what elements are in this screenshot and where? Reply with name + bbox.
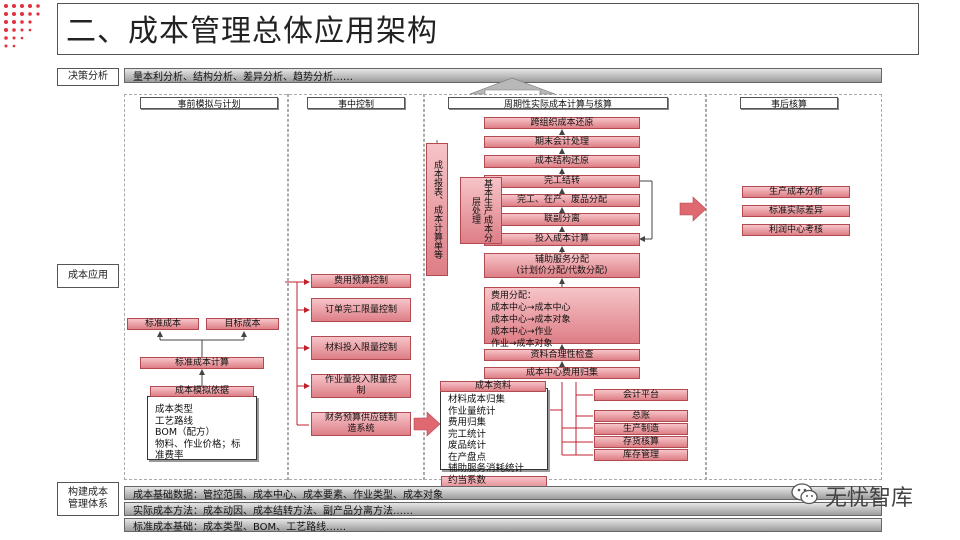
cost-data-item: 辅助服务消耗统计 bbox=[448, 463, 525, 474]
accounting-platform-box: 会计平台 bbox=[594, 389, 688, 401]
material-input-control: 材料投入限量控制 bbox=[311, 336, 411, 360]
expense-line: 成本中心→成本对象 bbox=[491, 315, 571, 325]
production-cost-analysis: 生产成本分析 bbox=[742, 186, 850, 198]
basis-item: 准费率 bbox=[155, 450, 184, 461]
basis-item: BOM（配方） bbox=[155, 427, 216, 438]
cost-data-item: 费用归集 bbox=[448, 417, 487, 428]
flow-input-cost-calc: 投入成本计算 bbox=[484, 233, 640, 246]
brand-logo-text: 无忧智库 bbox=[825, 486, 914, 511]
cost-data-item: 材料成本归集 bbox=[448, 394, 506, 405]
aux-service-allocation: 辅助服务分配 (计划价分配/代数分配) bbox=[484, 253, 640, 278]
expense-line: 成本中心→作业 bbox=[491, 327, 553, 337]
cost-data-item: 在产盘点 bbox=[448, 451, 487, 463]
flow-completion-transfer: 完工结转 bbox=[484, 175, 640, 188]
stock-management-box: 库存管理 bbox=[594, 449, 688, 461]
standard-cost-calc-box: 标准成本计算 bbox=[140, 357, 264, 369]
actual-cost-method-bar: 实际成本方法：成本动因、成本结转方法、副产品分离方法…… bbox=[124, 502, 882, 516]
general-ledger-box: 总账 bbox=[594, 410, 688, 422]
cost-data-item: 废品统计 bbox=[448, 440, 487, 451]
flow-joint-separation: 联副分离 bbox=[484, 213, 640, 226]
data-check-box: 资料合理性检查 bbox=[484, 349, 640, 361]
cost-data-box: 材料成本归集 作业量统计 费用归集 完工统计 废品统计 在产盘点 辅助服务消耗统… bbox=[440, 388, 548, 486]
inventory-accounting-box: 存货核算 bbox=[594, 436, 688, 448]
expense-budget-control: 费用预算控制 bbox=[311, 274, 411, 288]
cost-center-collect-box: 成本中心费用归集 bbox=[484, 367, 640, 379]
cost-data-item: 作业量统计 bbox=[448, 405, 496, 417]
basis-item: 物料、作业价格；标 bbox=[155, 438, 241, 450]
work-volume-control: 作业量投入限量控制 bbox=[311, 374, 411, 398]
finance-budget-system: 财务预算供应链制造系统 bbox=[311, 412, 411, 436]
simulation-basis-box: 成本类型 工艺路线 BOM（配方） 物料、作业价格；标 准费率 bbox=[147, 396, 257, 461]
flow-structure-restore: 成本结构还原 bbox=[484, 155, 640, 168]
cost-report-vertical: 成本报表、成本计算单等 bbox=[426, 143, 448, 276]
flow-cross-org-restore: 跨组织成本还原 bbox=[484, 117, 640, 129]
standard-cost-base-bar: 标准成本基础：成本类型、BOM、工艺路线…… bbox=[124, 518, 882, 532]
profit-center-assessment: 利润中心考核 bbox=[742, 224, 850, 236]
production-mfg-box: 生产制造 bbox=[594, 423, 688, 435]
target-cost-box: 目标成本 bbox=[206, 318, 279, 330]
cost-data-item: 完工统计 bbox=[448, 428, 487, 440]
cost-data-item: 约当系数 bbox=[448, 474, 487, 486]
cost-data-title: 成本资料 bbox=[440, 381, 546, 392]
expense-allocation-box: 费用分配： 成本中心→成本中心 成本中心→成本对象 成本中心→作业 作业→成本对… bbox=[484, 287, 640, 349]
aux-line: 辅助服务分配 bbox=[534, 254, 589, 265]
basis-item: 成本类型 bbox=[155, 404, 194, 415]
flow-period-end: 期末会计处理 bbox=[484, 136, 640, 148]
cost-base-data-bar: 成本基础数据：管控范围、成本中心、成本要素、作业类型、成本对象 bbox=[124, 486, 882, 500]
standard-actual-variance: 标准实际差异 bbox=[742, 205, 850, 217]
flow-wip-scrap-allocation: 完工、在产、废品分配 bbox=[484, 194, 640, 207]
wechat-icon bbox=[790, 481, 820, 507]
basic-production-layering: 基本生产成本分层处理 bbox=[460, 177, 502, 244]
aux-line: (计划价分配/代数分配) bbox=[516, 265, 608, 276]
standard-cost-box: 标准成本 bbox=[127, 318, 199, 330]
order-completion-control: 订单完工限量控制 bbox=[311, 298, 411, 322]
expense-line: 成本中心→成本中心 bbox=[491, 303, 571, 313]
basis-item: 工艺路线 bbox=[155, 415, 194, 427]
simulation-basis-title: 成本模拟依据 bbox=[150, 386, 254, 397]
expense-line: 费用分配： bbox=[491, 291, 537, 301]
